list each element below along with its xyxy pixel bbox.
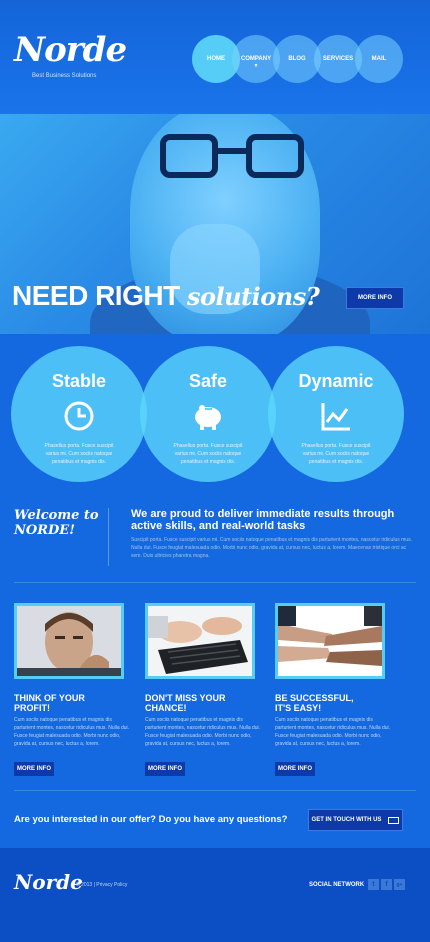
card-title: BE SUCCESSFUL, IT'S EASY! (275, 693, 395, 713)
feature-text: Phasellus porta. Fusce suscipit varius m… (44, 443, 114, 465)
feature-text: Phasellus porta. Fusce suscipit varius m… (301, 443, 371, 465)
hero-headline: NEED RIGHT solutions? (12, 280, 320, 312)
card-title-line2: CHANCE! (145, 703, 187, 713)
welcome-body: Suscipit porta. Fusce suscipit varius mi… (131, 537, 412, 559)
tagline: Best Business Solutions (32, 73, 97, 79)
welcome-title-line2: NORDE! (14, 523, 75, 538)
page: Norde Best Business Solutions HOME COMPA… (0, 0, 430, 942)
line-chart-icon (321, 403, 350, 431)
logo[interactable]: Norde (14, 30, 127, 70)
card-title: THINK OF YOUR PROFIT! (14, 693, 134, 713)
nav-label: HOME (207, 56, 225, 62)
header: Norde Best Business Solutions HOME COMPA… (0, 0, 430, 114)
clock-icon (64, 401, 94, 431)
card-title: DON'T MISS YOUR CHANCE! (145, 693, 265, 713)
card-image (275, 603, 385, 679)
divider (14, 582, 416, 583)
welcome-lead: We are proud to deliver immediate result… (131, 508, 395, 532)
card-more-info-button[interactable]: MORE INFO (145, 762, 185, 776)
feature-title: Safe (188, 371, 228, 391)
envelope-icon (388, 816, 400, 824)
welcome-title-line1: Welcome to (14, 508, 99, 523)
welcome-section: Welcome to NORDE! We are proud to delive… (0, 500, 430, 580)
welcome-title: Welcome to NORDE! (14, 508, 99, 538)
footer: Norde © 2013 | Privacy Policy SOCIAL NET… (0, 848, 430, 942)
card-text: Cum sociis natoque penatibus et magnis d… (145, 717, 261, 747)
cta-text: Are you interested in our offer? Do you … (14, 814, 288, 825)
card-text: Cum sociis natoque penatibus et magnis d… (275, 717, 391, 747)
main-nav: HOME COMPANY ▼ BLOG SERVICES MAIL (192, 35, 403, 83)
card-title-line1: BE SUCCESSFUL, (275, 693, 354, 703)
divider (14, 790, 416, 791)
card-more-info-button[interactable]: MORE INFO (275, 762, 315, 776)
features: Stable Phasellus porta. Fusce suscipit v… (0, 334, 430, 484)
footer-copyright[interactable]: © 2013 | Privacy Policy (76, 882, 127, 888)
card-more-info-button[interactable]: MORE INFO (14, 762, 54, 776)
feature-stable: Stable Phasellus porta. Fusce suscipit v… (11, 346, 147, 482)
card-text: Cum sociis natoque penatibus et magnis d… (14, 717, 130, 747)
nav-label: COMPANY (240, 56, 272, 62)
nav-label: MAIL (371, 56, 387, 62)
hero-headline-main: NEED RIGHT (12, 280, 180, 311)
hero-more-info-button[interactable]: MORE INFO (346, 287, 404, 309)
chevron-down-icon: ▼ (253, 63, 259, 69)
get-in-touch-label: GET IN TOUCH WITH US (311, 817, 382, 823)
divider (108, 508, 109, 566)
feature-dynamic: Dynamic Phasellus porta. Fusce suscipit … (268, 346, 404, 482)
hero-banner: NEED RIGHT solutions? MORE INFO (0, 114, 430, 334)
twitter-icon[interactable]: t (368, 879, 379, 890)
nav-label: BLOG (288, 56, 306, 62)
hero-headline-script: solutions? (186, 282, 320, 311)
piggy-bank-icon (195, 405, 221, 430)
feature-text: Phasellus porta. Fusce suscipit varius m… (173, 443, 243, 465)
facebook-icon[interactable]: f (381, 879, 392, 890)
card-title-line1: THINK OF YOUR (14, 693, 85, 703)
hero-image-glasses (160, 134, 305, 180)
get-in-touch-button[interactable]: GET IN TOUCH WITH US (308, 809, 403, 831)
social-network-label: SOCIAL NETWORK (309, 882, 365, 888)
feature-safe: Safe Phasellus porta. Fusce suscipit var… (140, 346, 276, 482)
card-title-line2: PROFIT! (14, 703, 50, 713)
google-plus-icon[interactable]: g+ (394, 879, 405, 890)
card-image (14, 603, 124, 679)
footer-logo[interactable]: Norde (14, 870, 83, 894)
card-title-line1: DON'T MISS YOUR (145, 693, 226, 703)
nav-item-mail[interactable]: MAIL (355, 35, 403, 83)
card-image (145, 603, 255, 679)
feature-title: Dynamic (298, 371, 374, 391)
feature-title: Stable (51, 371, 107, 391)
card-title-line2: IT'S EASY! (275, 703, 322, 713)
nav-label: SERVICES (322, 56, 354, 62)
